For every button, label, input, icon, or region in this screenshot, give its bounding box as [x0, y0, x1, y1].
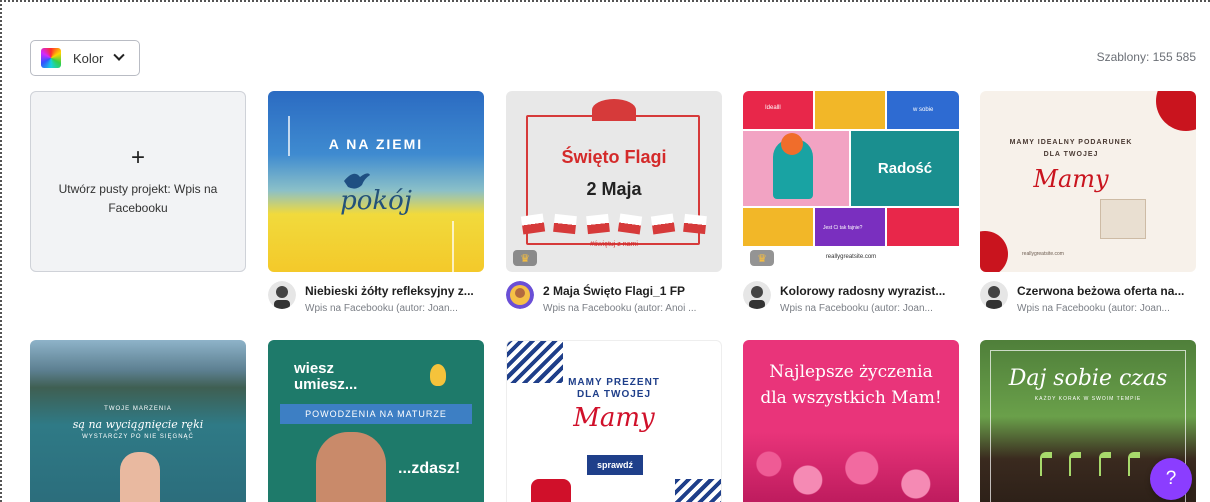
template-thumbnail[interactable]: Najlepsze życzenia dla wszystkich Mam!: [743, 340, 959, 502]
premium-crown-icon: ♛: [513, 250, 537, 266]
person-photo: [316, 432, 386, 502]
template-subtitle: Wpis na Facebooku (autor: Joan...: [305, 303, 458, 314]
color-swatch-icon: [41, 48, 61, 68]
decor-circle: [980, 231, 1008, 272]
collage-tile: Idealll: [743, 91, 813, 129]
tulips-photo: [743, 432, 959, 502]
template-thumbnail[interactable]: Święto Flagi 2 Maja #świętuj z nami ♛: [506, 91, 722, 272]
templates-panel: Kolor Szablony: 155 585 + Utwórz pusty p…: [0, 0, 1210, 502]
template-thumbnail[interactable]: MAMY PREZENT DLA TWOJEJ Mamy sprawdź: [506, 340, 722, 502]
bow-icon: [592, 99, 636, 121]
template-count: Szablony: 155 585: [1096, 50, 1196, 64]
template-heading: wiesz: [294, 360, 335, 377]
template-url: reallygreatsite.com: [1022, 251, 1064, 257]
create-blank-label: Utwórz pusty projekt: Wpis na Facebooku: [58, 181, 218, 215]
template-subtitle: Wpis na Facebooku (autor: Joan...: [1017, 303, 1170, 314]
author-avatar[interactable]: [980, 281, 1008, 309]
template-banner: POWODZENIA NA MATURZE: [280, 404, 472, 424]
template-heading: Radość: [851, 131, 959, 206]
collage-tile: [887, 208, 959, 246]
template-subheading: KAŻDY KORAK W SWOIM TEMPIE: [1034, 396, 1142, 402]
collage-tile: w sobie: [887, 91, 959, 129]
sprouts-icon: [1040, 452, 1140, 478]
decor-circle: [1156, 91, 1196, 131]
template-subheading: DLA TWOJEJ: [1043, 151, 1099, 158]
template-subheading: DLA TWOJEJ: [576, 389, 652, 400]
template-heading: umiesz...: [294, 376, 358, 393]
template-heading: MAMY IDEALNY PODARUNEK: [1009, 139, 1133, 146]
template-thumbnail[interactable]: TWOJE MARZENIA są na wyciągnięcie ręki W…: [30, 340, 246, 502]
color-filter-label: Kolor: [73, 50, 104, 66]
collage-tile: Jest Ci tak fajnie?: [815, 208, 885, 246]
plus-icon: +: [130, 143, 145, 171]
template-meta: Czerwona beżowa oferta na... Wpis na Fac…: [980, 281, 1200, 321]
template-meta: Kolorowy radosny wyrazist... Wpis na Fac…: [743, 281, 963, 321]
template-subheading: ...zdasz!: [398, 460, 461, 477]
template-url: reallygreatsite.com: [825, 254, 877, 260]
lightbulb-icon: [430, 364, 446, 386]
template-title[interactable]: Niebieski żółty refleksyjny z...: [305, 284, 485, 298]
template-meta: Niebieski żółty refleksyjny z... Wpis na…: [268, 281, 488, 321]
gift-bag-icon: [531, 479, 571, 502]
color-filter-button[interactable]: Kolor: [30, 40, 140, 76]
author-avatar[interactable]: [268, 281, 296, 309]
divider: [452, 221, 454, 272]
author-avatar[interactable]: [743, 281, 771, 309]
template-heading: MAMY PREZENT: [568, 377, 660, 388]
template-subheading: 2 Maja: [586, 179, 642, 199]
collage-tile: [743, 208, 813, 246]
flags-row: [520, 213, 707, 235]
collage-tile: [815, 91, 885, 129]
template-meta: 2 Maja Święto Flagi_1 FP Wpis na Faceboo…: [506, 281, 726, 321]
template-thumbnail[interactable]: A NA ZIEMI pokój: [268, 91, 484, 272]
template-cta: sprawdź: [587, 455, 643, 475]
template-script-text: są na wyciągnięcie ręki: [72, 418, 204, 431]
template-heading: Najlepsze życzenia: [769, 362, 933, 382]
template-script-text: pokój: [340, 186, 412, 216]
hand-icon: [120, 452, 160, 502]
premium-crown-icon: ♛: [750, 250, 774, 266]
help-button[interactable]: ?: [1150, 458, 1192, 500]
dove-icon: [344, 173, 370, 189]
template-subheading: dla wszystkich Mam!: [760, 388, 942, 408]
template-subheading: WYSTARCZY PO NIE SIĘGNĄĆ: [82, 434, 194, 440]
gift-box-icon: [1100, 199, 1146, 239]
author-avatar[interactable]: [506, 281, 534, 309]
template-thumbnail[interactable]: wiesz umiesz... POWODZENIA NA MATURZE ..…: [268, 340, 484, 502]
template-script-text: Mamy: [573, 403, 655, 433]
template-heading: Święto Flagi: [561, 147, 667, 167]
template-thumbnail[interactable]: MAMY IDEALNY PODARUNEK DLA TWOJEJ Mamy r…: [980, 91, 1196, 272]
template-subtitle: Wpis na Facebooku (autor: Anoi ...: [543, 303, 697, 314]
template-title[interactable]: 2 Maja Święto Flagi_1 FP: [543, 284, 723, 298]
stripes-decoration: [675, 479, 721, 502]
template-tagline: #świętuj z nami: [590, 241, 638, 248]
template-heading: A NA ZIEMI: [328, 136, 424, 152]
chevron-down-icon: [113, 49, 126, 61]
template-script-text: Daj sobie czas: [1008, 366, 1168, 391]
template-heading: TWOJE MARZENIA: [104, 406, 172, 412]
template-title[interactable]: Czerwona beżowa oferta na...: [1017, 284, 1197, 298]
collage-photo: [743, 131, 849, 206]
template-subtitle: Wpis na Facebooku (autor: Joan...: [780, 303, 933, 314]
template-title[interactable]: Kolorowy radosny wyrazist...: [780, 284, 960, 298]
create-blank-design-card[interactable]: + Utwórz pusty projekt: Wpis na Facebook…: [30, 91, 246, 272]
template-thumbnail[interactable]: Idealll w sobie Radość Jest Ci tak fajni…: [743, 91, 959, 272]
template-script-text: Mamy: [1033, 165, 1109, 193]
